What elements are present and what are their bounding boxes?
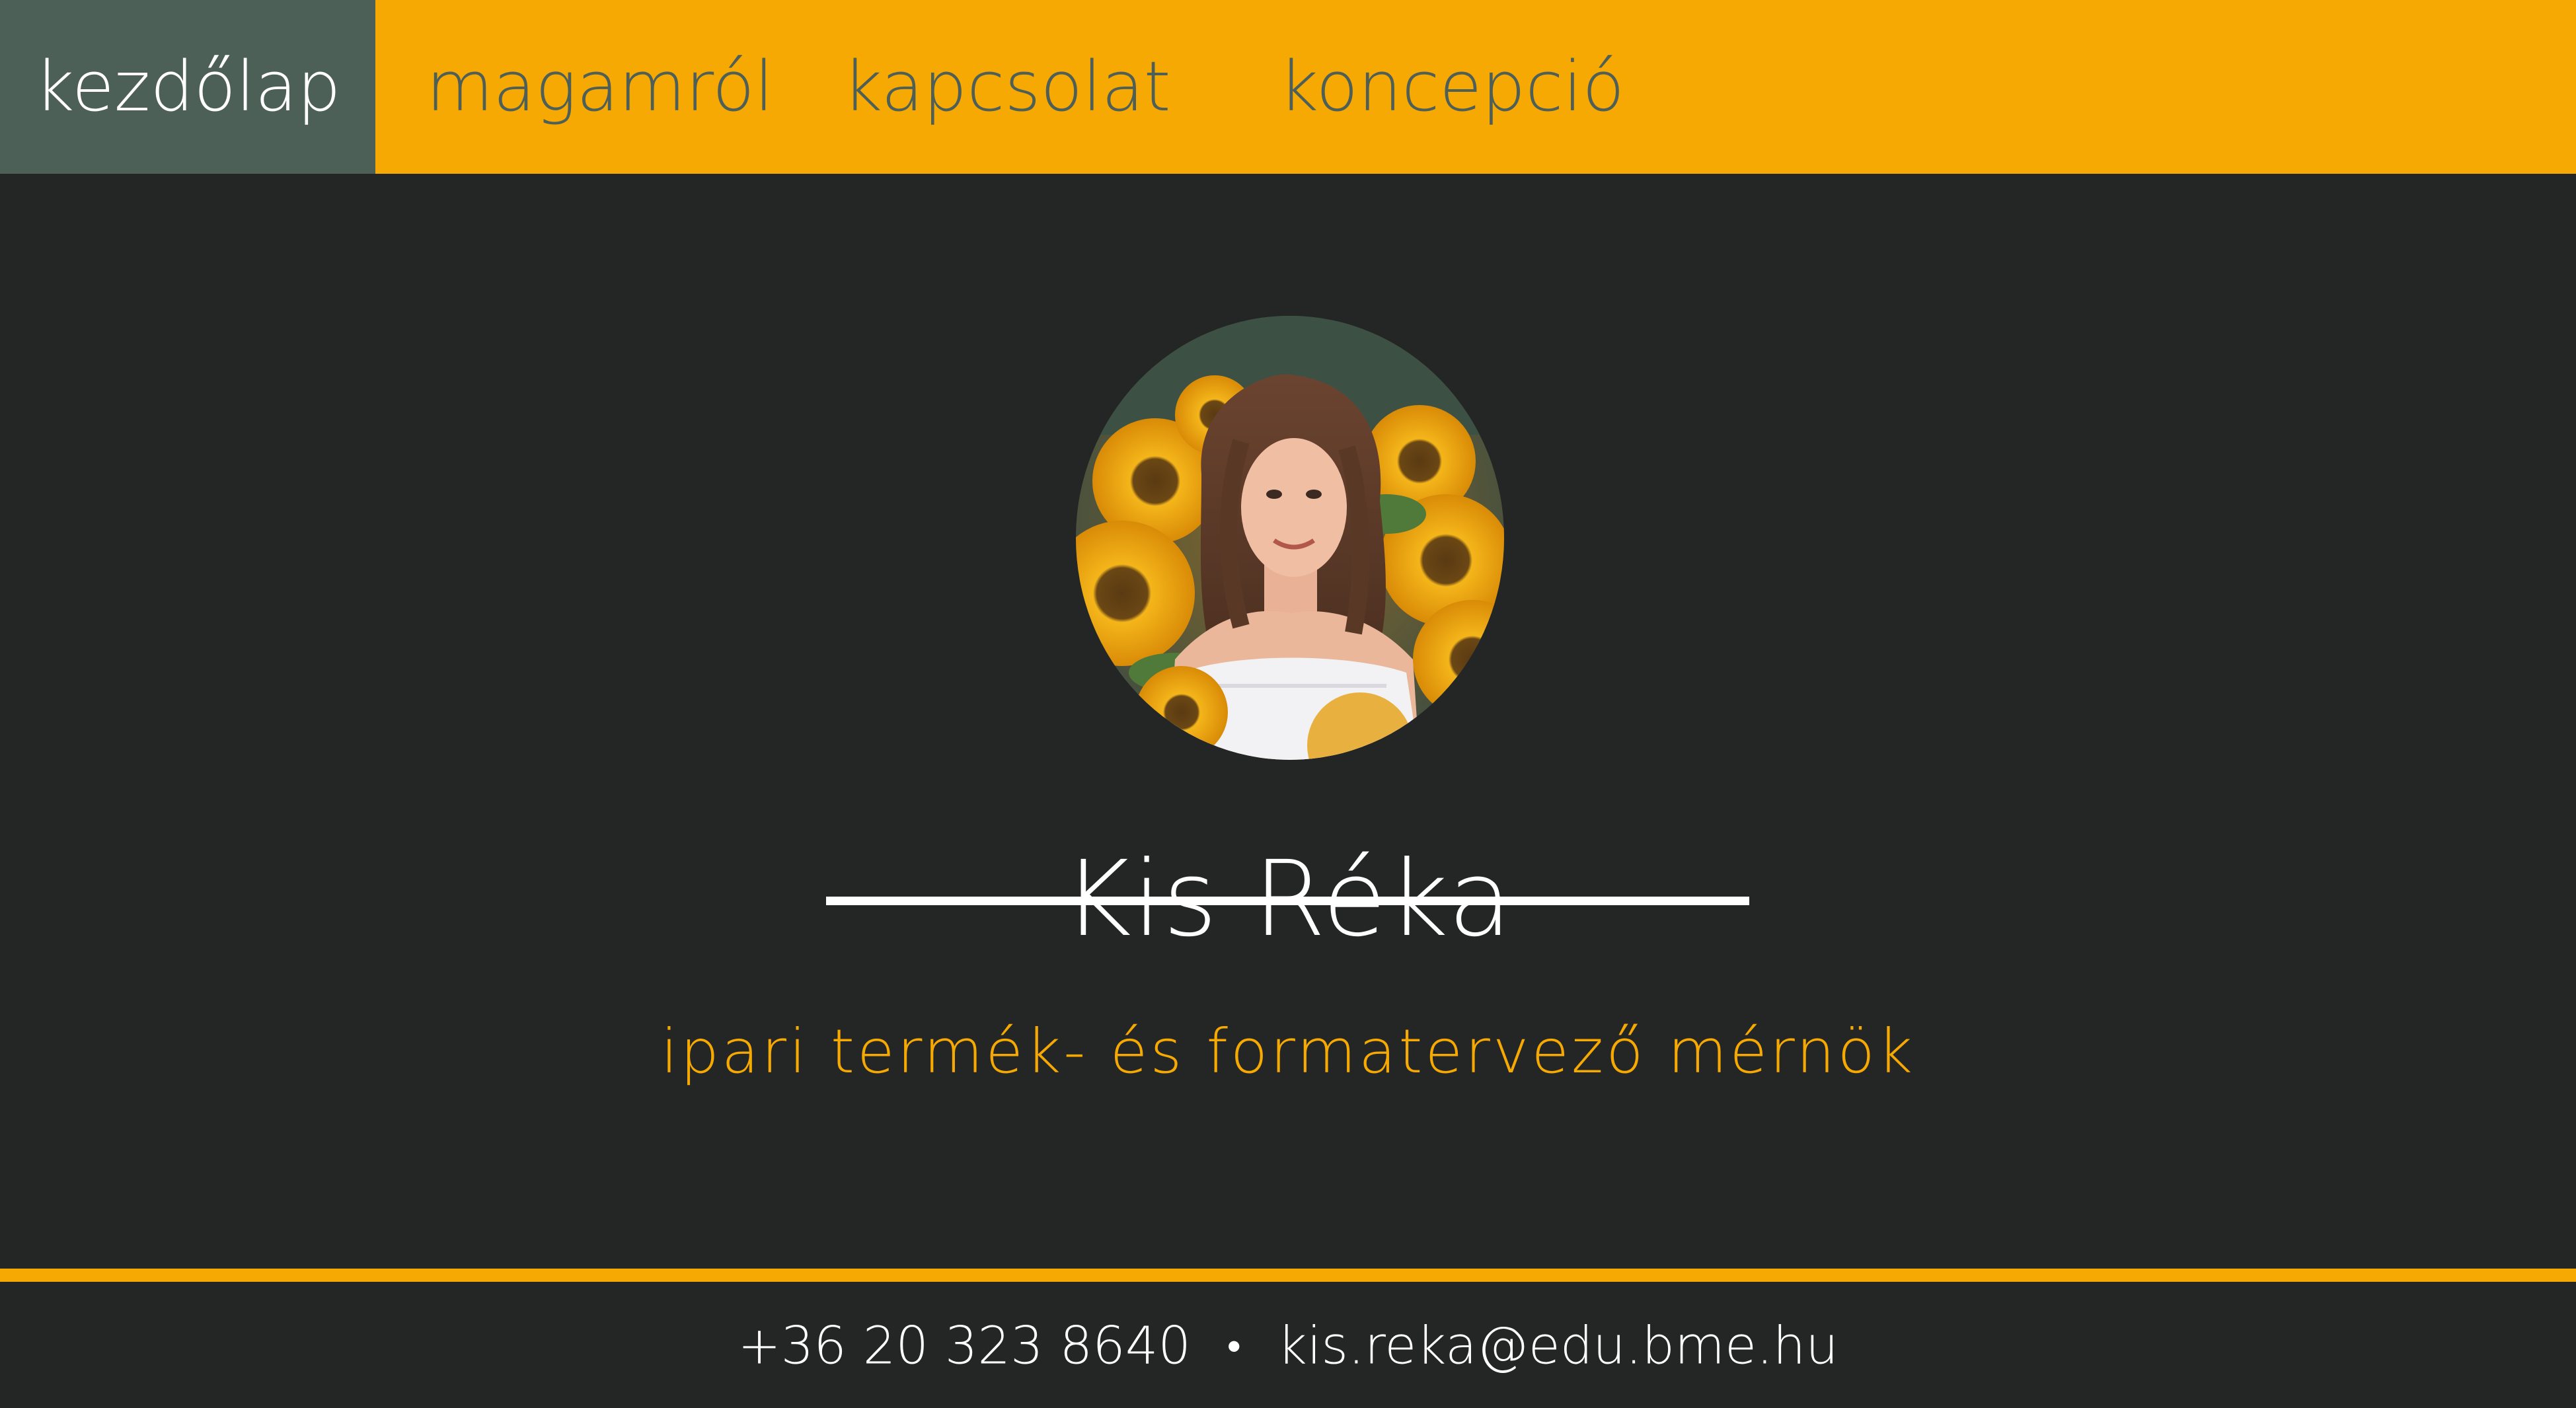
nav-item-kapcsolat[interactable]: kapcsolat	[843, 0, 1171, 174]
footer-divider	[0, 1269, 2576, 1282]
profile-photo	[1076, 316, 1504, 760]
job-title: ipari termék- és formatervező mérnök	[660, 1016, 1916, 1087]
nav-item-magamrol[interactable]: magamról	[426, 0, 773, 174]
profile-photo-illustration	[1076, 316, 1504, 760]
footer: +36 20 323 8640 • kis.reka@edu.bme.hu	[0, 1282, 2576, 1405]
email-link[interactable]: kis.reka@edu.bme.hu	[1277, 1317, 1838, 1376]
nav-item-koncepcio[interactable]: koncepció	[1279, 0, 1624, 174]
separator-dot: •	[1227, 1323, 1241, 1370]
top-navigation: kezdőlap magamról kapcsolat koncepció	[0, 0, 2576, 174]
phone-number[interactable]: +36 20 323 8640	[738, 1317, 1191, 1376]
name-underline	[826, 897, 1749, 905]
nav-item-kezdolap[interactable]: kezdőlap	[0, 0, 375, 174]
